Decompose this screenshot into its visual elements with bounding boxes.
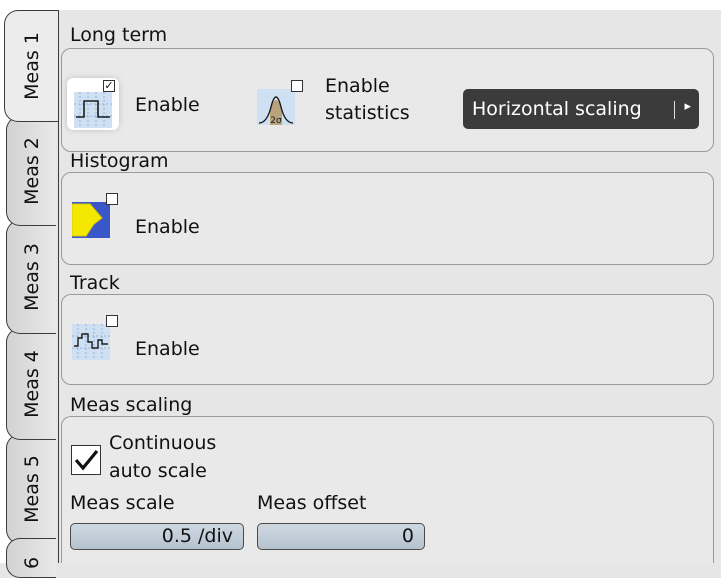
tab-label: Meas 2: [20, 137, 43, 205]
statistics-enable-button[interactable]: 2σ: [250, 75, 303, 127]
continuous-label-line2: auto scale: [109, 460, 207, 482]
long-term-title: Long term: [70, 24, 168, 46]
histogram-enable-label: Enable: [135, 216, 200, 238]
long-term-enable-button[interactable]: ✓: [67, 78, 119, 130]
continuous-auto-scale-checkbox[interactable]: [71, 445, 101, 475]
histogram-icon: [72, 202, 110, 238]
tab-meas-6[interactable]: 6: [6, 538, 56, 578]
arrow-right-icon: ▸: [684, 99, 691, 114]
track-enable-checkbox[interactable]: [106, 315, 118, 327]
top-border: [0, 0, 721, 10]
track-title: Track: [70, 272, 120, 294]
tab-meas-2[interactable]: Meas 2: [6, 116, 56, 226]
statistics-label-line2: statistics: [325, 102, 410, 124]
track-enable-button[interactable]: [65, 310, 118, 362]
histogram-title: Histogram: [70, 150, 169, 172]
histogram-enable-checkbox[interactable]: [106, 193, 118, 205]
horizontal-scaling-label: Horizontal scaling: [472, 98, 642, 120]
checkmark-icon: [74, 449, 99, 471]
long-term-enable-checkbox[interactable]: ✓: [103, 80, 115, 92]
meas-scaling-title: Meas scaling: [70, 394, 193, 416]
long-term-enable-label: Enable: [135, 94, 200, 116]
two-sigma-text: 2σ: [270, 116, 282, 125]
meas-scale-label: Meas scale: [70, 492, 175, 514]
tab-label: Meas 3: [20, 243, 43, 311]
tab-meas-1[interactable]: Meas 1: [4, 10, 58, 122]
tab-meas-5[interactable]: Meas 5: [6, 434, 56, 544]
tab-label: Meas 1: [20, 32, 43, 100]
content-panel: Long term ✓ Enable 2σ Enable statistics …: [58, 10, 721, 563]
continuous-label-line1: Continuous: [109, 432, 217, 454]
statistics-enable-checkbox[interactable]: [291, 80, 303, 92]
tab-label: Meas 4: [20, 350, 43, 418]
meas-scale-field[interactable]: 0.5 /div: [70, 523, 244, 550]
tab-meas-4[interactable]: Meas 4: [6, 328, 56, 440]
tab-strip: Meas 5 Meas 4 Meas 3 Meas 2 6 Meas 1: [0, 10, 58, 578]
statistics-label-line1: Enable: [325, 75, 390, 97]
tab-meas-3[interactable]: Meas 3: [6, 220, 56, 334]
histogram-enable-button[interactable]: [65, 188, 118, 240]
button-separator: [674, 101, 675, 119]
track-enable-label: Enable: [135, 338, 200, 360]
long-term-icon: [74, 92, 112, 128]
horizontal-scaling-button[interactable]: Horizontal scaling ▸: [463, 89, 699, 129]
track-icon: [72, 324, 110, 360]
statistics-icon: 2σ: [257, 89, 295, 125]
tab-label: 6: [20, 556, 43, 570]
meas-offset-field[interactable]: 0: [257, 523, 425, 550]
meas-offset-label: Meas offset: [257, 492, 367, 514]
tab-label: Meas 5: [20, 455, 43, 523]
